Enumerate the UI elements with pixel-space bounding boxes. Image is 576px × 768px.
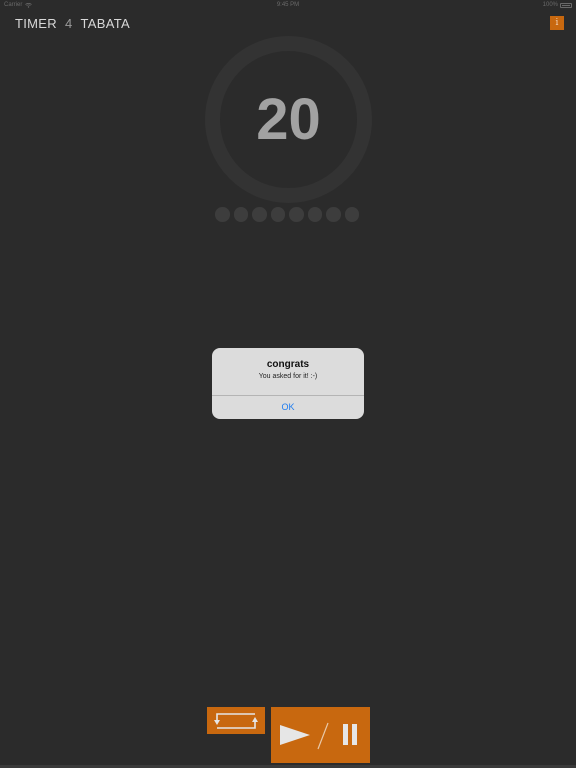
app-screen: Carrier 9:45 PM 100% TIMER 4 TABATA i 20 bbox=[0, 0, 576, 768]
loop-button[interactable] bbox=[207, 707, 265, 734]
round-dot bbox=[233, 207, 248, 222]
alert-title: congrats bbox=[266, 359, 310, 370]
round-dot bbox=[326, 207, 341, 222]
loop-icon bbox=[214, 713, 258, 729]
round-dot bbox=[270, 207, 285, 222]
round-dot bbox=[252, 207, 267, 222]
round-dot bbox=[307, 207, 322, 222]
alert-message: You asked for it! :-) bbox=[258, 373, 318, 380]
app-title-number: 4 bbox=[64, 16, 73, 31]
round-dot bbox=[215, 207, 230, 222]
play-pause-icon bbox=[280, 722, 357, 750]
alert-dialog: congrats You asked for it! :-) OK bbox=[212, 348, 364, 419]
play-icon bbox=[280, 725, 310, 745]
play-pause-button[interactable] bbox=[271, 707, 370, 763]
status-battery-group: 100% bbox=[543, 2, 572, 8]
round-dot bbox=[344, 207, 359, 222]
app-title: TIMER 4 TABATA bbox=[15, 16, 130, 31]
round-indicator bbox=[215, 207, 359, 222]
info-button[interactable]: i bbox=[550, 16, 564, 30]
pause-icon bbox=[343, 724, 348, 745]
round-dot bbox=[289, 207, 304, 222]
timer-value: 20 bbox=[256, 87, 321, 152]
app-title-tabata: TABATA bbox=[80, 16, 130, 31]
status-time: 9:45 PM bbox=[276, 2, 300, 8]
app-title-timer: TIMER bbox=[15, 16, 57, 31]
alert-ok-button[interactable]: OK bbox=[212, 396, 364, 419]
separator-slash-icon bbox=[317, 722, 329, 750]
status-bar: Carrier 9:45 PM 100% bbox=[0, 0, 576, 12]
battery-percent: 100% bbox=[542, 2, 558, 8]
battery-icon bbox=[560, 2, 572, 8]
